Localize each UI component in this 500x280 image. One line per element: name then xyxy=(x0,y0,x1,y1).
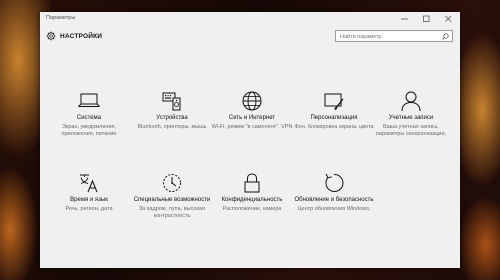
tile-description: Ваша учетная запись, параметры синхрониз… xyxy=(375,123,447,137)
maximize-button[interactable] xyxy=(416,12,438,26)
tile-title: Обновление и безопасность xyxy=(294,197,374,203)
search-icon[interactable] xyxy=(442,33,449,40)
tile-title: Специальные возможности xyxy=(133,197,211,203)
update-icon xyxy=(325,173,344,192)
close-button[interactable] xyxy=(438,12,460,26)
window-title: Параметры xyxy=(46,15,76,21)
tile-description: Wi-Fi, режим "в самолете", VPN xyxy=(211,123,293,130)
tile-title: Устройства xyxy=(156,115,188,121)
person-icon xyxy=(401,91,421,112)
tile-title: Сеть и Интернет xyxy=(228,115,276,121)
tile-network[interactable]: Сеть и Интернет Wi-Fi, режим "в самолете… xyxy=(211,90,293,131)
tile-personalization[interactable]: Персонализация Фон, блокировка экрана, ц… xyxy=(293,90,375,131)
tile-description: Центр обновления Windows, xyxy=(297,205,371,212)
tile-time-language[interactable]: Время и язык Речь, регион, дата xyxy=(48,172,130,213)
tile-description: Речь, регион, дата xyxy=(65,205,113,212)
tile-privacy[interactable]: Конфиденциальность Расположение, камера xyxy=(211,172,293,213)
laptop-icon xyxy=(78,93,100,107)
maximize-icon xyxy=(423,15,430,22)
tile-title: Персонализация xyxy=(310,115,358,121)
search-input[interactable]: Найти параметр xyxy=(335,30,453,42)
tile-description: За кадром, лупа, высокая контрастность xyxy=(138,205,206,219)
time-language-icon xyxy=(80,174,98,193)
minimize-button[interactable] xyxy=(394,12,416,26)
tile-title: Конфиденциальность xyxy=(221,197,283,203)
close-icon xyxy=(445,15,452,22)
tile-update-security[interactable]: Обновление и безопасность Центр обновлен… xyxy=(293,172,375,213)
tile-accounts[interactable]: Учетные записи Ваша учетная запись, пара… xyxy=(370,90,452,138)
search-placeholder: Найти параметр xyxy=(340,33,382,40)
tile-accessibility[interactable]: Специальные возможности За кадром, лупа,… xyxy=(131,172,213,220)
gear-icon xyxy=(46,31,56,41)
accessibility-timer-icon xyxy=(163,174,181,192)
tile-title: Учетные записи xyxy=(388,115,434,121)
tile-description: Фон, блокировка экрана, цвета xyxy=(294,123,374,130)
tile-title: Время и язык xyxy=(70,197,108,203)
globe-icon xyxy=(242,91,262,111)
settings-window: Параметры НАСТРОЙКИ Найти параметр Систе… xyxy=(40,12,460,268)
minimize-icon xyxy=(401,18,408,20)
page-title: НАСТРОЙКИ xyxy=(60,33,103,40)
tile-description: Расположение, камера xyxy=(222,205,282,212)
tile-description: Экран, уведомления, приложения, питание xyxy=(61,123,117,137)
paint-icon xyxy=(324,93,344,111)
tile-description: Bluetooth, принтеры, мышь xyxy=(137,123,207,130)
title-bar[interactable]: Параметры xyxy=(40,12,460,26)
lock-icon xyxy=(244,173,260,193)
tile-system[interactable]: Система Экран, уведомления, приложения, … xyxy=(48,90,130,138)
tile-devices[interactable]: Устройства Bluetooth, принтеры, мышь xyxy=(131,90,213,131)
devices-icon xyxy=(162,92,181,111)
tile-title: Система xyxy=(76,115,102,121)
